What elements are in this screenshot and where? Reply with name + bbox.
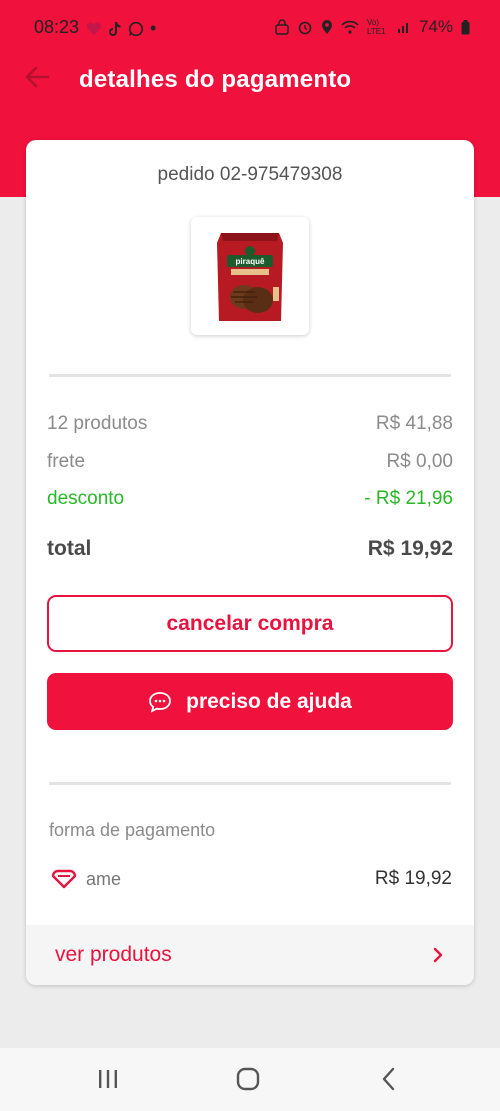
- chat-bubble-icon: [149, 691, 172, 713]
- total-value: R$ 19,92: [367, 537, 453, 560]
- order-details-card: pedido 02-975479308 piraquê 12 produtos …: [26, 140, 474, 985]
- discount-row: desconto - R$ 21,96: [47, 488, 453, 510]
- payment-method-row: ame R$ 19,92: [50, 868, 452, 890]
- shipping-row: frete R$ 0,00: [47, 451, 453, 473]
- status-bar: 08:23 • Vo) LTE1 74%: [0, 0, 500, 42]
- see-products-label: ver produtos: [55, 943, 172, 966]
- notification-icons: •: [86, 18, 156, 39]
- divider-bottom: [49, 782, 451, 785]
- cancel-purchase-label: cancelar compra: [166, 611, 334, 635]
- discount-label: desconto: [47, 488, 125, 509]
- location-icon: [321, 20, 332, 34]
- whatsapp-icon: [128, 21, 144, 36]
- payment-section-label: forma de pagamento: [49, 820, 216, 840]
- cancel-purchase-button[interactable]: cancelar compra: [47, 595, 453, 652]
- product-thumbnail[interactable]: piraquê: [191, 217, 309, 335]
- ame-heart-icon: [51, 869, 77, 889]
- status-time: 08:23: [34, 17, 80, 37]
- order-number: pedido 02-975479308: [157, 164, 343, 185]
- payment-amount: R$ 19,92: [374, 868, 452, 889]
- back-arrow-icon[interactable]: [24, 64, 50, 90]
- battery-percent: 74%: [418, 17, 453, 36]
- product-image: piraquê: [217, 233, 283, 321]
- heart-notification-icon: [86, 22, 102, 35]
- chevron-right-icon: [433, 947, 443, 963]
- lock-icon: [275, 19, 289, 35]
- payment-method-name: ame: [86, 868, 122, 889]
- page-title: detalhes do pagamento: [79, 66, 352, 93]
- products-label: 12 produtos: [47, 413, 148, 434]
- signal-icon: [397, 23, 408, 33]
- shipping-value: R$ 0,00: [386, 451, 453, 472]
- products-row: 12 produtos R$ 41,88: [47, 413, 453, 435]
- products-value: R$ 41,88: [375, 413, 453, 434]
- shipping-label: frete: [47, 451, 86, 472]
- system-navigation-bar: [0, 1048, 500, 1111]
- network-label: Vo) LTE1: [366, 18, 386, 36]
- tiktok-icon: [109, 21, 121, 36]
- need-help-label: preciso de ajuda: [186, 689, 352, 713]
- total-label: total: [47, 537, 92, 560]
- back-nav-icon[interactable]: [376, 1066, 402, 1092]
- home-icon[interactable]: [235, 1066, 261, 1092]
- discount-value: - R$ 21,96: [364, 488, 453, 509]
- see-products-button[interactable]: ver produtos: [26, 925, 474, 985]
- payment-method: ame: [50, 868, 121, 890]
- need-help-button[interactable]: preciso de ajuda: [47, 673, 453, 730]
- wifi-icon: [341, 20, 359, 34]
- system-icons: Vo) LTE1 74%: [275, 17, 470, 37]
- brand-logo-text: piraquê: [236, 257, 265, 266]
- total-row: total R$ 19,92: [47, 537, 453, 561]
- recent-apps-icon[interactable]: [95, 1066, 121, 1092]
- alarm-icon: [298, 21, 312, 35]
- dot-icon: •: [150, 18, 157, 38]
- battery-icon: [461, 19, 470, 34]
- divider-top: [49, 374, 451, 377]
